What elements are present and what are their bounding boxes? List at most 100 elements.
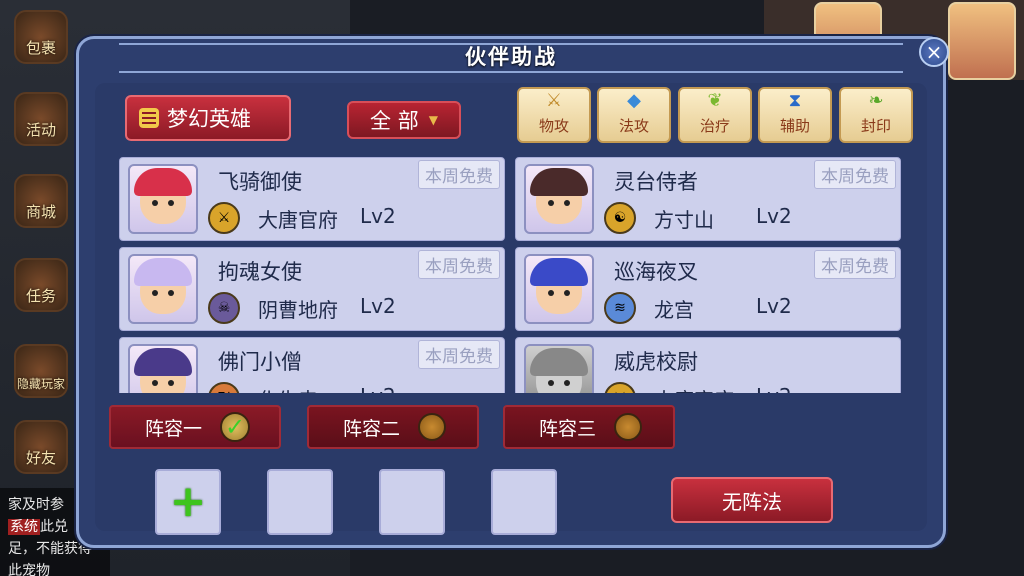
free-this-week-badge: 本周免费 [814,250,896,279]
role-label: 法攻 [618,117,649,135]
crystal-icon: ◆ [627,89,641,111]
partner-assist-dialog: 伙伴助战 × 梦幻英雄 全 部 ▼ ⚔ 物攻 ◆ 法攻 ❦ 治疗 ⧗ 辅助 ❧ 封印 飞骑御使 ⚔ 大… [76,36,949,548]
free-this-week-badge: 本周免费 [418,160,500,189]
role-filter-2[interactable]: ◆ 法攻 [597,87,671,143]
partner-level: Lv2 [360,204,396,228]
filter-selected-value: 全 部 [370,109,419,133]
empty-partner-slot[interactable] [379,469,445,535]
lineup-label: 阵容三 [539,417,597,440]
side-menu-label: 商城 [25,203,56,221]
list-icon [139,108,159,128]
partner-school: 龙宫 [654,298,694,322]
lineup-label: 阵容一 [145,417,203,440]
add-partner-slot[interactable]: + [155,469,221,535]
partner-portrait [128,344,198,393]
role-label: 封印 [860,117,891,135]
partner-portrait [128,254,198,324]
partner-portrait [128,164,198,234]
side-menu-item[interactable]: 隐藏玩家 [14,344,68,398]
chat-line: 家及时参 [8,497,64,513]
dialog-title: 伙伴助战 [465,45,557,69]
lineup-label: 阵容二 [343,417,401,440]
side-menu-label: 好友 [25,449,56,467]
partner-card[interactable]: 巡海夜叉 ≋ 龙宫 Lv2 本周免费 [515,247,901,331]
lineup-tab-1[interactable]: 阵容一 ✓ [109,405,281,449]
school-filter-dropdown[interactable]: 全 部 ▼ [347,101,461,139]
partner-level: Lv2 [756,294,792,318]
partner-level: Lv2 [360,384,396,393]
free-this-week-badge: 本周免费 [418,250,500,279]
empty-partner-slot[interactable] [491,469,557,535]
school-emblem-icon: ⚔ [208,202,240,234]
school-emblem-icon: ⚔ [604,382,636,393]
partner-school: 大唐官府 [258,208,338,232]
partner-level: Lv2 [360,294,396,318]
partner-card[interactable]: 灵台侍者 ☯ 方寸山 Lv2 本周免费 [515,157,901,241]
role-filter-3[interactable]: ❦ 治疗 [678,87,752,143]
school-emblem-icon: ☠ [208,292,240,324]
role-label: 治疗 [699,117,730,135]
close-icon: × [925,40,943,64]
school-emblem-icon: 卍 [208,382,240,393]
partner-name: 飞骑御使 [218,170,302,194]
lineup-tab-3[interactable]: 阵容三 [503,405,675,449]
partner-name: 威虎校尉 [614,350,698,374]
seal-leaf-icon: ❧ [868,89,884,111]
partner-name: 灵台侍者 [614,170,698,194]
party-portrait[interactable] [948,2,1016,80]
role-filter-4[interactable]: ⧗ 辅助 [758,87,832,143]
side-menu-label: 活动 [25,121,56,139]
dream-hero-button[interactable]: 梦幻英雄 [125,95,291,141]
role-label: 物攻 [538,117,569,135]
dream-hero-label: 梦幻英雄 [167,107,251,131]
partner-portrait [524,254,594,324]
side-menu-item[interactable]: 好友 [14,420,68,474]
lineup-tab-2[interactable]: 阵容二 [307,405,479,449]
leaf-icon: ❦ [707,89,723,111]
side-menu-item[interactable]: 商城 [14,174,68,228]
partner-school: 大唐官府 [654,384,734,393]
side-menu-item[interactable]: 活动 [14,92,68,146]
plus-icon: + [169,476,207,527]
chat-line: 此兑 [40,519,68,535]
partner-school: 化生寺 [258,384,318,393]
partner-card[interactable]: 拘魂女使 ☠ 阴曹地府 Lv2 本周免费 [119,247,505,331]
title-bar: 伙伴助战 [79,39,943,73]
free-this-week-badge: 本周免费 [418,340,500,369]
partner-name: 拘魂女使 [218,260,302,284]
partner-name: 巡海夜叉 [614,260,698,284]
partner-portrait [524,344,594,393]
chevron-down-icon: ▼ [428,113,438,127]
no-formation-label: 无阵法 [722,489,782,514]
partner-name: 佛门小僧 [218,350,302,374]
side-menu-label: 包裹 [25,39,56,57]
hourglass-icon: ⧗ [788,89,802,111]
role-filter-1[interactable]: ⚔ 物攻 [517,87,591,143]
empty-partner-slot[interactable] [267,469,333,535]
school-emblem-icon: ≋ [604,292,636,324]
close-button[interactable]: × [919,37,949,67]
checkmark-icon: ✓ [220,412,251,442]
side-menu-label: 任务 [25,287,56,305]
radio-empty-icon [418,413,447,441]
partner-level: Lv2 [756,384,792,393]
partner-school: 阴曹地府 [258,298,338,322]
no-formation-button[interactable]: 无阵法 [671,477,833,523]
radio-empty-icon [614,413,643,441]
partner-card[interactable]: 飞骑御使 ⚔ 大唐官府 Lv2 本周免费 [119,157,505,241]
side-menu-label: 隐藏玩家 [16,377,65,391]
partner-level: Lv2 [756,204,792,228]
system-tag: 系统 [8,519,40,535]
side-menu-item[interactable]: 任务 [14,258,68,312]
free-this-week-badge: 本周免费 [814,160,896,189]
partner-portrait [524,164,594,234]
partner-school: 方寸山 [654,208,714,232]
sword-icon: ⚔ [545,89,563,111]
partner-list[interactable]: 飞骑御使 ⚔ 大唐官府 Lv2 本周免费 灵台侍者 ☯ 方寸山 Lv2 本周免费 拘魂女使 ☠ 阴曹地府… [119,157,905,393]
partner-card[interactable]: 威虎校尉 ⚔ 大唐官府 Lv2 [515,337,901,393]
school-emblem-icon: ☯ [604,202,636,234]
side-menu-item[interactable]: 包裹 [14,10,68,64]
partner-card[interactable]: 佛门小僧卍 化生寺 Lv2 本周免费 [119,337,505,393]
role-filter-5[interactable]: ❧ 封印 [839,87,913,143]
chat-line: 足，不能获得此宠物 [8,541,92,576]
